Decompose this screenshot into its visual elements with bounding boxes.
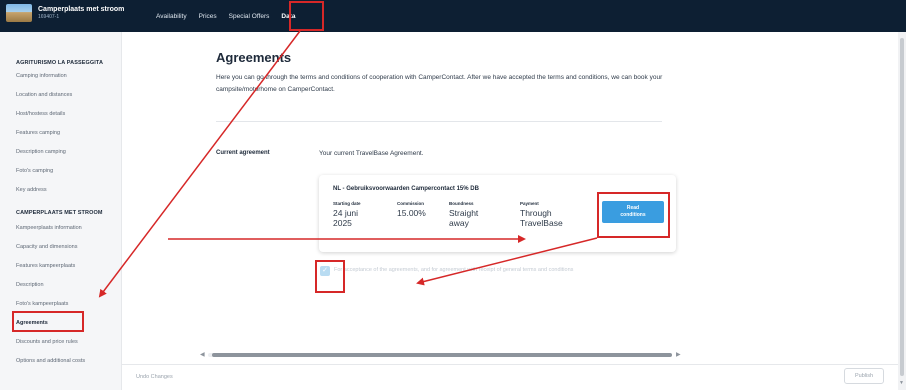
current-agreement-label: Current agreement <box>216 150 270 156</box>
scroll-thumb[interactable] <box>212 353 672 357</box>
sidebar-item-capacity[interactable]: Capacity and dimensions <box>16 244 77 250</box>
accept-label: For acceptance of the agreements, and fo… <box>334 267 574 273</box>
annotation-box-nav <box>289 1 324 31</box>
annotation-box-read-conditions <box>597 192 670 238</box>
footer-bar: Undo Changes Publish <box>122 364 898 390</box>
sidebar-item-description-camping[interactable]: Description camping <box>16 149 66 155</box>
annotation-box-checkbox <box>315 260 345 293</box>
brand-thumbnail <box>6 4 32 22</box>
sidebar-item-camping-information[interactable]: Camping information <box>16 73 67 79</box>
publish-button[interactable]: Publish <box>844 368 884 384</box>
scroll-track <box>208 353 672 357</box>
column-header: Boundness <box>449 201 474 206</box>
sidebar-item-description[interactable]: Description <box>16 282 44 288</box>
horizontal-scrollbar[interactable]: ◀ ▶ <box>200 352 684 358</box>
column-header: Payment <box>520 201 539 206</box>
main-nav: Availability Prices Special Offers Data <box>156 0 307 32</box>
column-payment: Payment Through TravelBase <box>520 201 563 228</box>
agreement-title: NL - Gebruiksvoorwaarden Campercontact 1… <box>333 186 479 192</box>
sidebar-item-fotos-kampeerplaats[interactable]: Foto's kampeerplaats <box>16 301 68 307</box>
column-header: Commission <box>397 201 425 206</box>
column-header: Starting date <box>333 201 361 206</box>
column-value: 15.00% <box>397 208 426 218</box>
column-starting-date: Starting date 24 juni 2025 <box>333 201 361 228</box>
column-value: Straight <box>449 208 479 218</box>
sidebar-item-features-camping[interactable]: Features camping <box>16 130 60 136</box>
brand[interactable]: Camperplaats met stroom 169407-1 <box>6 4 124 22</box>
sidebar-section-accommodation: AGRITURISMO LA PASSEGGITA <box>16 60 104 66</box>
sidebar: AGRITURISMO LA PASSEGGITA Camping inform… <box>0 32 122 390</box>
sidebar-item-key-address[interactable]: Key address <box>16 187 47 193</box>
vertical-scroll-thumb[interactable] <box>900 38 904 376</box>
column-boundness: Boundness Straight away <box>449 201 478 228</box>
nav-availability[interactable]: Availability <box>156 13 187 20</box>
sidebar-item-fotos-camping[interactable]: Foto's camping <box>16 168 53 174</box>
arrow-nav-to-sidebar <box>98 30 301 298</box>
sidebar-item-location[interactable]: Location and distances <box>16 92 72 98</box>
top-navigation-bar: Camperplaats met stroom 169407-1 Availab… <box>0 0 906 32</box>
annotation-box-agreements <box>12 311 84 332</box>
sidebar-item-options[interactable]: Options and additional costs <box>16 358 85 364</box>
sidebar-item-features-kampeerplaats[interactable]: Features kampeerplaats <box>16 263 75 269</box>
page-title: Agreements <box>216 50 292 65</box>
undo-changes-button[interactable]: Undo Changes <box>136 374 173 380</box>
divider <box>216 121 662 122</box>
brand-name: Camperplaats met stroom <box>38 6 125 13</box>
arrow-down-icon[interactable]: ▼ <box>899 380 904 386</box>
brand-id: 169407-1 <box>38 14 60 20</box>
arrow-left-icon[interactable]: ◀ <box>200 352 205 358</box>
arrow-right-icon[interactable]: ▶ <box>676 352 681 358</box>
sidebar-item-host[interactable]: Host/hostess details <box>16 111 65 117</box>
vertical-scrollbar[interactable]: ▼ <box>898 32 906 390</box>
sidebar-item-kampeerplaats-information[interactable]: Kampeerplaats information <box>16 225 82 231</box>
sidebar-section-camperplaats: CAMPERPLAATS MET STROOM <box>16 210 103 216</box>
column-value: 2025 <box>333 218 352 228</box>
column-value: away <box>449 218 469 228</box>
current-agreement-value: Your current TravelBase Agreement. <box>319 150 424 157</box>
column-value: Through <box>520 208 552 218</box>
column-commission: Commission 15.00% <box>397 201 426 218</box>
column-value: TravelBase <box>520 218 563 228</box>
column-value: 24 juni <box>333 208 359 218</box>
nav-prices[interactable]: Prices <box>199 13 217 20</box>
nav-special-offers[interactable]: Special Offers <box>229 13 270 20</box>
sidebar-item-discounts[interactable]: Discounts and price rules <box>16 339 78 345</box>
intro-text: Here you can go through the terms and co… <box>216 74 663 93</box>
